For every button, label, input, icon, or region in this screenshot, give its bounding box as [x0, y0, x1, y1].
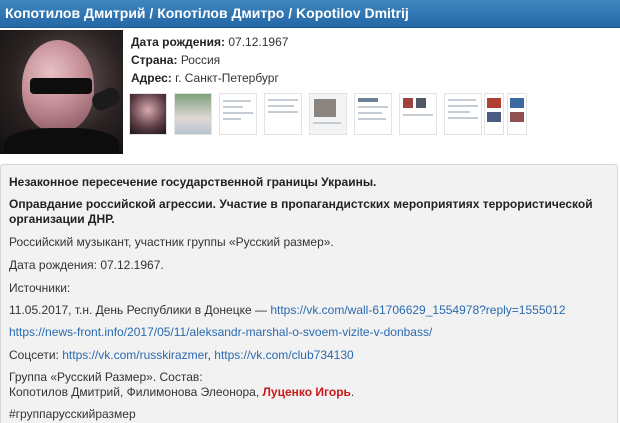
thumbnail-strip — [129, 93, 529, 135]
charge-2-line2: организации ДНР. — [9, 212, 115, 226]
source-1: 11.05.2017, т.н. День Республики в Донец… — [9, 303, 566, 317]
thumbnail-1[interactable] — [129, 93, 167, 135]
thumbnail-9[interactable] — [484, 93, 504, 135]
birth-label: Дата рождения: — [131, 35, 226, 49]
socials-link-2[interactable]: https://vk.com/club734130 — [214, 348, 353, 362]
thumbnail-8[interactable] — [444, 93, 482, 135]
socials-label: Соцсети: — [9, 348, 63, 362]
address-row: Адрес: г. Санкт-Петербург — [131, 69, 288, 87]
birth-row: Дата рождения: 07.12.1967 — [131, 33, 288, 51]
country-label: Страна: — [131, 53, 178, 67]
band-line2: Копотилов Дмитрий, Филимонова Элеонора, … — [9, 385, 354, 399]
thumbnail-10[interactable] — [507, 93, 527, 135]
country-row: Страна: Россия — [131, 51, 288, 69]
hashtag[interactable]: #группарусскийразмер — [9, 407, 136, 421]
address-label: Адрес: — [131, 71, 172, 85]
thumbnail-4[interactable] — [264, 93, 302, 135]
thumbnail-7[interactable] — [399, 93, 437, 135]
highlighted-member[interactable]: Луценко Игорь — [263, 385, 351, 399]
page-title: Копотилов Дмитрий / Копотілов Дмитро / K… — [5, 5, 409, 21]
country-value: Россия — [180, 53, 221, 67]
charge-2-line1: Оправдание российской агрессии. Участие … — [9, 197, 593, 211]
band-line2-end: . — [350, 385, 355, 399]
photo-microphone — [89, 84, 123, 114]
thumbnail-3[interactable] — [219, 93, 257, 135]
thumbnail-6[interactable] — [354, 93, 392, 135]
header-bar: Копотилов Дмитрий / Копотілов Дмитро / K… — [0, 0, 620, 28]
photo-shirt — [4, 128, 119, 154]
photo-glasses — [30, 78, 92, 94]
address-value: г. Санкт-Петербург — [175, 71, 279, 85]
socials-link-1[interactable]: https://vk.com/russkirazmer — [62, 348, 207, 362]
sources-label: Источники: — [9, 281, 71, 295]
band-members: Копотилов Дмитрий, Филимонова Элеонора, — [9, 385, 263, 399]
source-2: https://news-front.info/2017/05/11/aleks… — [9, 325, 432, 339]
birth-date-text: Дата рождения: 07.12.1967. — [9, 258, 164, 272]
band-line1: Группа «Русский Размер». Состав: — [9, 370, 203, 384]
source-2-link[interactable]: https://news-front.info/2017/05/11/aleks… — [9, 325, 432, 339]
source-1-link[interactable]: https://vk.com/wall-61706629_1554978?rep… — [270, 303, 565, 317]
socials: Соцсети: https://vk.com/russkirazmer, ht… — [9, 348, 354, 362]
birth-value: 07.12.1967 — [228, 35, 289, 49]
profile-info: Дата рождения: 07.12.1967 Страна: Россия… — [131, 33, 288, 87]
description-panel: Незаконное пересечение государственной г… — [0, 164, 618, 423]
profile-photo[interactable] — [0, 30, 123, 154]
thumbnail-2[interactable] — [174, 93, 212, 135]
bio-text: Российский музыкант, участник группы «Ру… — [9, 235, 334, 249]
source-1-text: 11.05.2017, т.н. День Республики в Донец… — [9, 303, 271, 317]
charge-1: Незаконное пересечение государственной г… — [9, 175, 377, 189]
thumbnail-5[interactable] — [309, 93, 347, 135]
